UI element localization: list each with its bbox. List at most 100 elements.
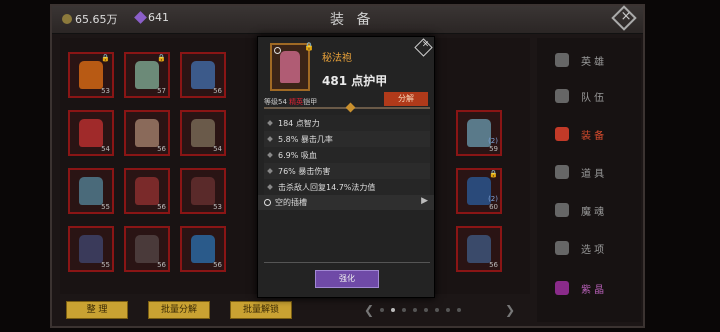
slot-level: 53 — [213, 203, 222, 211]
nav-item-crystal[interactable]: 紫 晶 — [537, 270, 641, 306]
equipment-slot[interactable]: 56 — [180, 226, 226, 272]
dismantle-button[interactable]: 分解 — [384, 92, 428, 106]
bullet-icon — [267, 120, 273, 126]
stat-text: 76% 暴击伤害 — [278, 166, 331, 176]
slot-level: 56 — [213, 87, 222, 95]
coin-icon — [62, 14, 72, 24]
stat-text: 6.9% 吸血 — [278, 150, 317, 160]
page-dot — [435, 308, 439, 312]
slot-upgrade: (2) — [488, 195, 498, 203]
hero-icon — [555, 53, 569, 67]
equipment-slot[interactable]: 56 — [124, 168, 170, 214]
armor-icon — [135, 235, 159, 263]
tooltip-close-button[interactable]: × — [414, 38, 433, 57]
armor-icon — [191, 119, 215, 147]
empty-socket-row[interactable]: 空的插槽 ▶ — [258, 195, 434, 210]
lock-icon: 🔒 — [157, 54, 166, 62]
item-meta: 等级54 精英铠甲 — [264, 97, 317, 107]
gold-display: 65.65万 — [62, 11, 118, 27]
equipment-slot[interactable]: 57 🔒 — [124, 52, 170, 98]
armor-icon — [467, 235, 491, 263]
bullet-icon — [267, 152, 273, 158]
stat-text: 184 点智力 — [278, 118, 320, 128]
nav-item-items[interactable]: 道 具 — [537, 154, 641, 190]
armor-icon — [135, 61, 159, 89]
item-tooltip: 🔒 秘法袍 481 点护甲 × 等级54 精英铠甲 分解 184 点智力 5.8… — [257, 36, 435, 298]
equipment-slot[interactable]: 55 — [68, 168, 114, 214]
divider — [264, 102, 430, 113]
nav-item-hero[interactable]: 英 雄 — [537, 42, 641, 78]
slot-level: 60 — [489, 203, 498, 211]
armor-icon — [79, 61, 103, 89]
close-icon: × — [620, 9, 632, 25]
stat-row: 5.8% 暴击几率 — [264, 131, 430, 147]
side-nav: 英 雄 队 伍 装 备 道 具 魔 魂 选 项 紫 晶 — [537, 38, 641, 322]
nav-label: 魔 魂 — [581, 206, 605, 218]
slot-level: 55 — [101, 261, 110, 269]
equipment-slot[interactable]: 55 — [68, 226, 114, 272]
equipment-slot[interactable]: 59 (2) — [456, 110, 502, 156]
stat-row: 76% 暴击伤害 — [264, 163, 430, 179]
lock-icon[interactable]: 🔒 — [304, 42, 314, 51]
batch-unlock-button[interactable]: 批量解锁 — [230, 301, 292, 319]
equipment-slot[interactable]: 60 (2) 🔒 — [456, 168, 502, 214]
slot-level: 54 — [213, 145, 222, 153]
close-icon: × — [421, 39, 430, 50]
page-next-icon[interactable]: ❯ — [505, 303, 515, 317]
armor-icon — [191, 61, 215, 89]
gear-icon — [555, 241, 569, 255]
item-quality: 精英 — [289, 98, 304, 106]
slot-level: 56 — [157, 203, 166, 211]
nav-label: 道 具 — [581, 168, 605, 180]
equipment-slot[interactable]: 56 — [124, 110, 170, 156]
nav-item-options[interactable]: 选 项 — [537, 230, 641, 266]
page-dots — [380, 308, 461, 312]
page-dot — [457, 308, 461, 312]
slot-level: 53 — [101, 87, 110, 95]
page-dot — [413, 308, 417, 312]
equipment-slot[interactable]: 53 🔒 — [68, 52, 114, 98]
slot-level: 59 — [489, 145, 498, 153]
stat-text: 击杀敌人回复14.7%法力值 — [278, 182, 376, 192]
slot-upgrade: (2) — [488, 137, 498, 145]
nav-label: 装 备 — [581, 130, 605, 142]
robe-icon — [280, 51, 300, 83]
stat-row: 184 点智力 — [264, 115, 430, 131]
chevron-right-icon: ▶ — [421, 196, 428, 206]
bullet-icon — [267, 136, 273, 142]
equipment-slot[interactable]: 56 — [180, 52, 226, 98]
nav-item-soul[interactable]: 魔 魂 — [537, 192, 641, 228]
slot-level: 56 — [213, 261, 222, 269]
sort-button[interactable]: 整 理 — [66, 301, 128, 319]
item-name: 秘法袍 — [322, 53, 352, 64]
page-dot — [380, 308, 384, 312]
page-dot — [391, 308, 395, 312]
gold-amount: 65.65万 — [75, 13, 118, 26]
socket-icon — [264, 199, 271, 206]
equipment-slot[interactable]: 54 — [180, 110, 226, 156]
slot-level: 55 — [101, 203, 110, 211]
page-prev-icon[interactable]: ❮ — [364, 303, 374, 317]
gem-amount: 641 — [148, 11, 169, 24]
stat-row: 击杀敌人回复14.7%法力值 — [264, 179, 430, 195]
socket-icon — [274, 47, 281, 54]
armor-icon — [79, 177, 103, 205]
bullet-icon — [267, 168, 273, 174]
armor-icon — [79, 119, 103, 147]
enhance-button[interactable]: 强化 — [315, 270, 379, 288]
equipment-slot[interactable]: 54 — [68, 110, 114, 156]
nav-label: 选 项 — [581, 244, 605, 256]
armor-icon — [135, 119, 159, 147]
flag-icon — [555, 89, 569, 103]
armor-icon — [135, 177, 159, 205]
nav-item-team[interactable]: 队 伍 — [537, 78, 641, 114]
equipment-slot[interactable]: 56 — [456, 226, 502, 272]
armor-icon — [79, 235, 103, 263]
nav-label: 队 伍 — [581, 92, 605, 104]
batch-dismantle-button[interactable]: 批量分解 — [148, 301, 210, 319]
slot-level: 54 — [101, 145, 110, 153]
nav-item-equipment[interactable]: 装 备 — [537, 116, 641, 152]
equipment-slot[interactable]: 56 — [124, 226, 170, 272]
equipment-slot[interactable]: 53 — [180, 168, 226, 214]
socket-label: 空的插槽 — [275, 198, 307, 207]
